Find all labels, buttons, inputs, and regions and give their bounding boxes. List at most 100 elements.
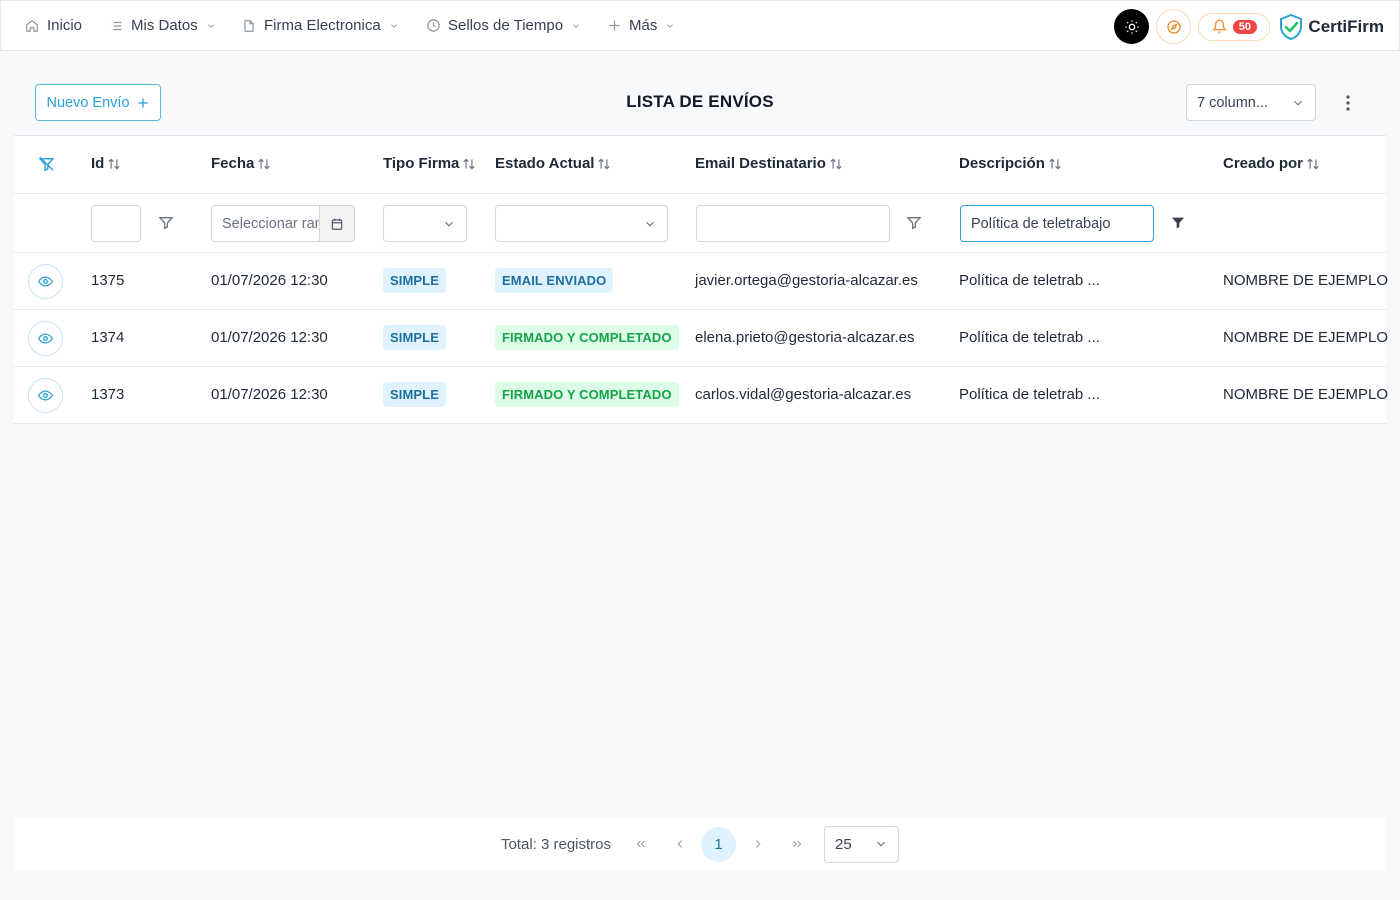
topbar-actions: 50 CertiFirm [1114,1,1399,52]
nav-firma-electronica[interactable]: Firma Electronica [240,0,399,51]
sort-icon [107,157,121,171]
plus-icon [605,17,623,35]
sort-icon [257,157,271,171]
chevron-left-icon [673,837,687,851]
shipments-table: Id Fecha Tipo Firma Estado Actual Email … [14,135,1389,424]
kebab-icon [1346,95,1350,111]
header-tipo-firma[interactable]: Tipo Firma [383,155,476,172]
filter-icon [906,215,922,231]
clock-icon [424,17,442,35]
id-filter-button[interactable] [156,213,176,233]
columns-select[interactable]: 7 column... [1186,84,1316,121]
chevron-down-icon [665,21,675,31]
header-descripcion[interactable]: Descripción [959,155,1062,172]
cell-email: javier.ortega@gestoria-alcazar.es [695,272,918,289]
nav-sellos-tiempo[interactable]: Sellos de Tiempo [424,0,581,51]
tipo-firma-badge: SIMPLE [383,325,446,350]
pagination: Total: 3 registros 1 25 [14,818,1386,870]
view-button[interactable] [28,378,63,413]
sort-icon [1306,157,1320,171]
cell-creado-por: NOMBRE DE EJEMPLO [1223,386,1389,403]
page-size-select[interactable]: 25 [824,825,900,863]
compass-button[interactable] [1156,9,1192,44]
eye-icon [38,331,53,346]
row-divider [14,252,1386,253]
estado-filter-select[interactable] [495,205,668,242]
notification-count-badge: 50 [1232,19,1258,34]
header-estado-label: Estado Actual [495,155,595,172]
eye-icon [38,274,53,289]
descripcion-filter-button[interactable] [1168,213,1188,233]
header-fecha-label: Fecha [211,155,255,172]
calendar-button[interactable] [318,206,354,241]
chevron-right-icon [751,837,765,851]
row-divider [14,366,1386,367]
nav-mis-datos[interactable]: Mis Datos [107,0,216,51]
tipo-firma-badge: SIMPLE [383,382,446,407]
previous-page-button[interactable] [662,827,697,862]
status-badge: EMAIL ENVIADO [495,268,614,293]
view-button[interactable] [28,321,63,356]
next-page-button[interactable] [740,827,775,862]
cell-id: 1375 [91,272,125,289]
shield-check-icon [1279,13,1303,40]
date-range-placeholder: Seleccionar rango [222,215,319,232]
cell-id: 1373 [91,386,125,403]
more-options-button[interactable] [1338,91,1358,115]
id-filter-input[interactable] [91,205,141,242]
date-range-filter[interactable]: Seleccionar rango [211,205,355,242]
header-email-label: Email Destinatario [695,155,826,172]
total-records: Total: 3 registros [500,835,612,853]
columns-select-value: 7 column... [1197,94,1268,111]
header-email[interactable]: Email Destinatario [695,155,843,172]
descripcion-filter-input[interactable]: Política de teletrabajo [960,205,1154,242]
sun-icon [1124,19,1140,35]
sort-icon [597,157,611,171]
brand-logo[interactable]: CertiFirm [1279,13,1384,40]
header-creado-por[interactable]: Creado por [1223,155,1320,172]
sort-icon [462,157,476,171]
document-icon [240,17,258,35]
cell-fecha: 01/07/2026 12:30 [211,272,328,289]
tipo-firma-badge: SIMPLE [383,268,446,293]
sort-icon [829,157,843,171]
email-filter-input[interactable] [696,205,890,242]
clear-filters-button[interactable] [36,154,56,174]
chevron-down-icon [1291,96,1305,110]
header-fecha[interactable]: Fecha [211,155,271,172]
cell-descripcion: Política de teletrab ... [959,272,1100,289]
brand-name: CertiFirm [1308,16,1384,36]
first-page-button[interactable] [623,827,658,862]
page-1-button[interactable]: 1 [701,826,737,862]
nav-inicio[interactable]: Inicio [23,0,82,51]
header-descripcion-label: Descripción [959,155,1045,172]
status-badge: FIRMADO Y COMPLETADO [495,382,679,407]
header-estado[interactable]: Estado Actual [495,155,611,172]
nav-inicio-label: Inicio [47,17,83,34]
header-id[interactable]: Id [91,155,121,172]
cell-id: 1374 [91,329,125,346]
cell-descripcion: Política de teletrab ... [959,386,1100,403]
nav-sellos-label: Sellos de Tiempo [448,17,564,34]
double-chevron-left-icon [634,837,648,851]
filter-clear-icon [38,156,55,173]
theme-toggle-button[interactable] [1114,9,1150,44]
descripcion-filter-value: Política de teletrabajo [971,215,1111,232]
chevron-down-icon [643,217,657,231]
header-creado-label: Creado por [1223,155,1304,172]
tipo-firma-filter-select[interactable] [383,205,467,242]
email-filter-button[interactable] [904,213,924,233]
row-divider [14,193,1386,194]
chevron-down-icon [389,21,399,31]
cell-email: carlos.vidal@gestoria-alcazar.es [695,386,912,403]
home-icon [23,17,41,35]
notifications-button[interactable]: 50 [1198,12,1271,41]
last-page-button[interactable] [779,827,814,862]
cell-fecha: 01/07/2026 12:30 [211,329,328,346]
header-id-label: Id [91,155,105,172]
filter-active-icon [1170,215,1186,231]
bell-icon [1211,19,1227,34]
nav-mas[interactable]: Más [605,0,675,51]
sort-icon [1048,157,1062,171]
view-button[interactable] [28,264,63,299]
